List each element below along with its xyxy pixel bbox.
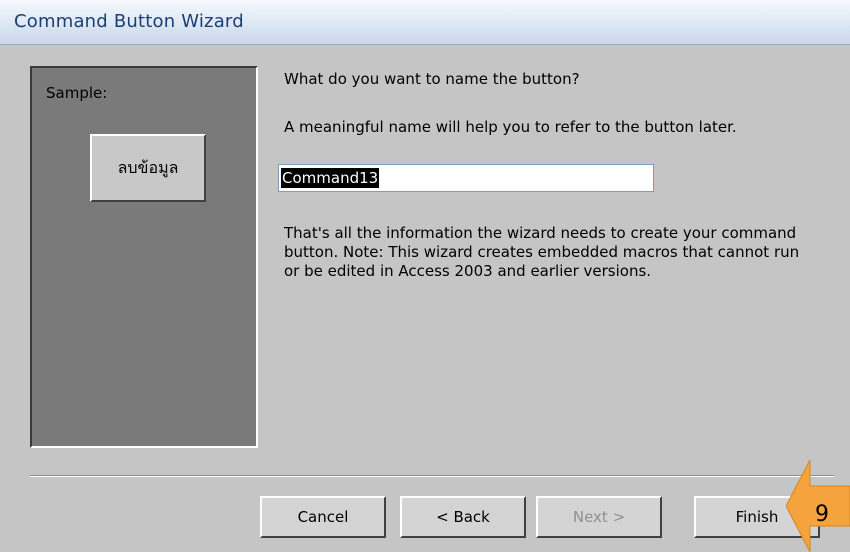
separator-highlight — [30, 476, 834, 477]
sample-panel: Sample: ลบข้อมูล — [30, 66, 258, 448]
sample-button-preview: ลบข้อมูล — [90, 134, 206, 202]
title-bar: Command Button Wizard — [0, 0, 850, 45]
button-name-input[interactable]: Command13 — [278, 164, 654, 192]
cancel-button[interactable]: Cancel — [260, 496, 386, 538]
button-name-value: Command13 — [281, 168, 380, 188]
info-text: That's all the information the wizard ne… — [284, 224, 800, 280]
sample-label: Sample: — [46, 84, 108, 102]
question-text: What do you want to name the button? — [284, 70, 580, 88]
next-button[interactable]: Next > — [536, 496, 662, 538]
back-button[interactable]: < Back — [400, 496, 526, 538]
back-label: < Back — [436, 508, 490, 526]
hint-text: A meaningful name will help you to refer… — [284, 118, 737, 136]
cancel-label: Cancel — [297, 508, 349, 526]
next-label: Next > — [572, 508, 626, 526]
finish-label: Finish — [735, 508, 779, 526]
step-number: 9 — [815, 502, 829, 527]
window-title: Command Button Wizard — [14, 11, 244, 32]
